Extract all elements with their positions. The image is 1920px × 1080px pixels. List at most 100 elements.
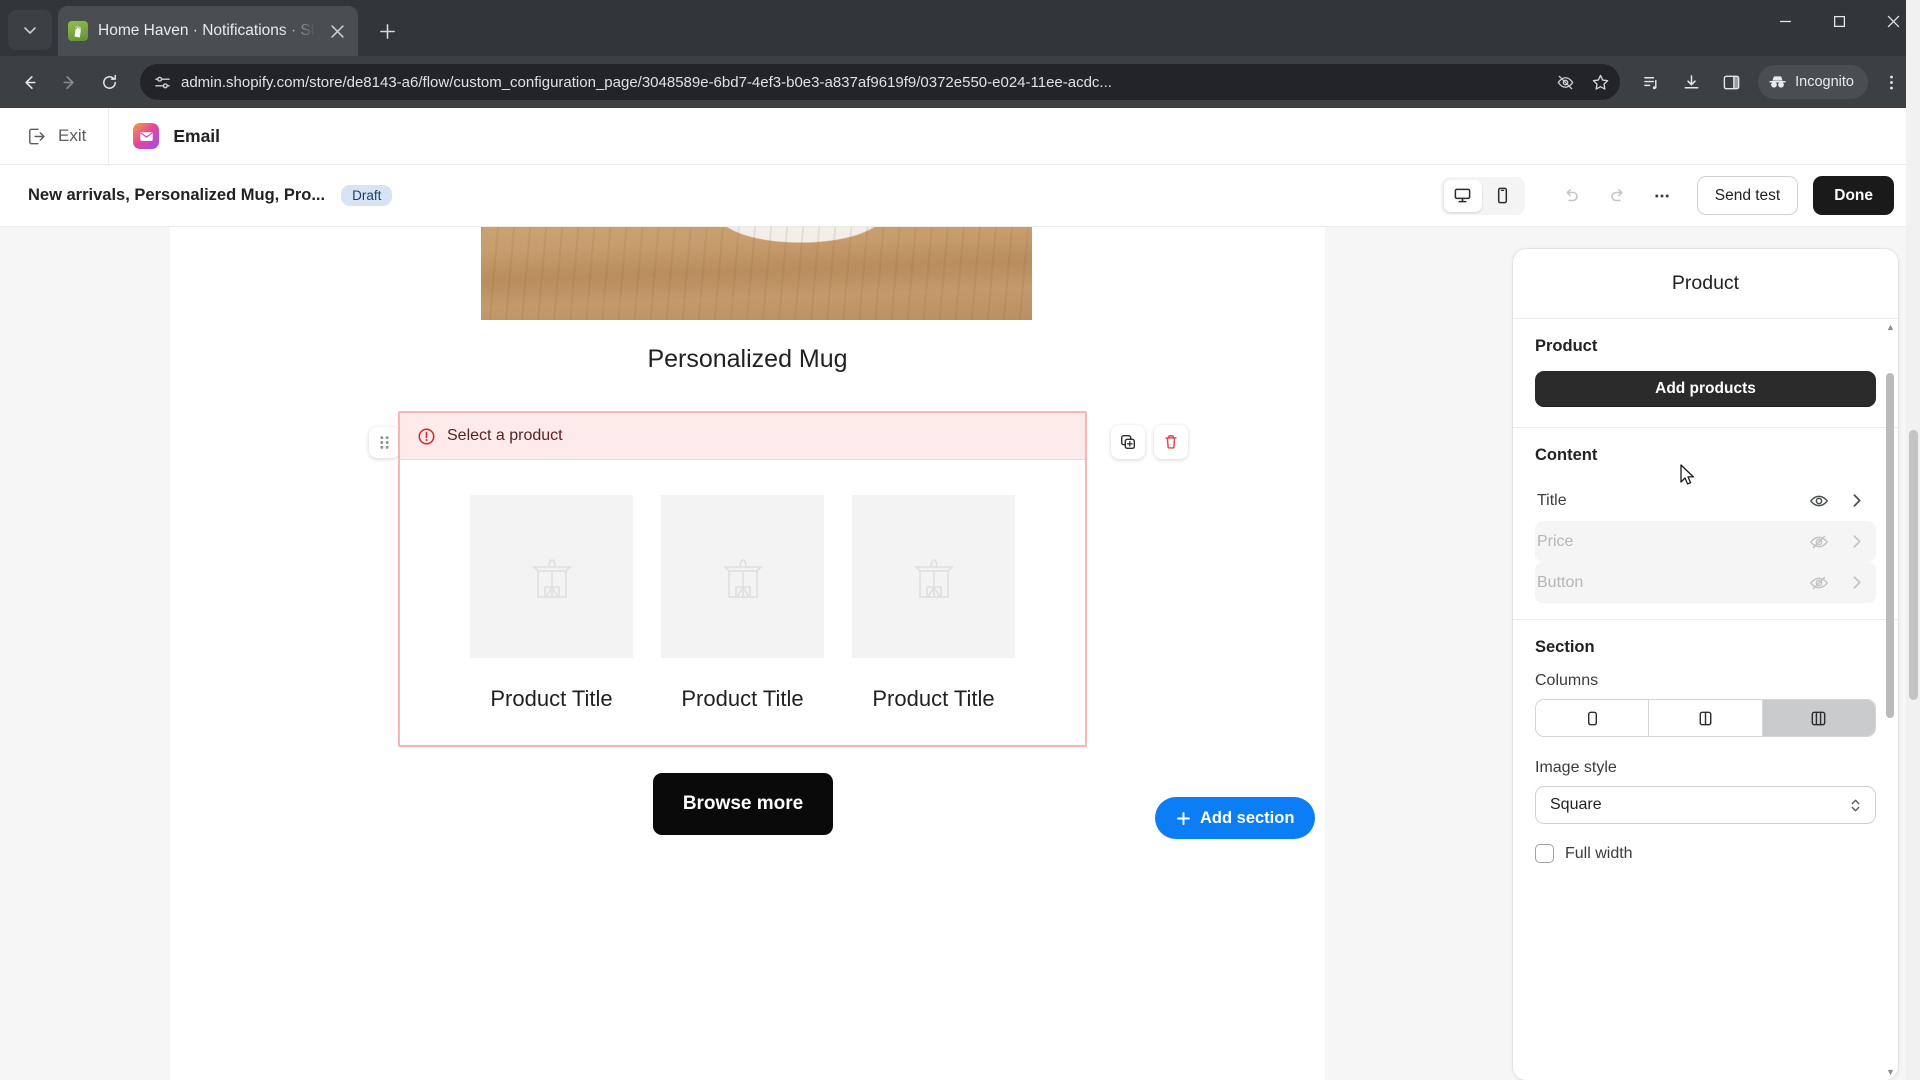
eye-icon[interactable] — [1809, 491, 1829, 511]
browser-toolbar: admin.shopify.com/store/de8143-a6/flow/c… — [0, 56, 1920, 108]
section-drag-handle[interactable] — [369, 427, 400, 458]
eye-off-icon[interactable] — [1809, 573, 1829, 593]
columns-selector — [1535, 699, 1876, 737]
done-button[interactable]: Done — [1813, 176, 1894, 215]
ellipsis-icon — [1652, 186, 1672, 206]
full-width-checkbox-row[interactable]: Full width — [1535, 844, 1876, 863]
status-badge: Draft — [341, 184, 393, 207]
channel-indicator: Email — [109, 123, 220, 149]
window-controls — [1758, 0, 1920, 56]
content-row-label: Title — [1537, 491, 1567, 509]
subbar-actions: Send test Done — [1440, 176, 1894, 215]
eye-off-icon[interactable] — [1809, 532, 1829, 552]
chevron-right-icon[interactable] — [1849, 493, 1864, 508]
settings-panel-column: Product Product Add products Content Tit… — [1495, 227, 1920, 1080]
page-scroll-thumb[interactable] — [1909, 430, 1918, 700]
side-panel-icon[interactable] — [1714, 65, 1748, 99]
browse-more-button[interactable]: Browse more — [653, 773, 833, 835]
star-icon[interactable] — [1591, 73, 1610, 92]
hero-product-caption[interactable]: Personalized Mug — [170, 345, 1325, 374]
product-group-label: Product — [1535, 337, 1598, 355]
reading-list-icon[interactable] — [1634, 65, 1668, 99]
download-icon[interactable] — [1674, 65, 1708, 99]
panel-group-section: Section Columns Image style Square Full … — [1513, 620, 1898, 883]
product-placeholder-icon — [852, 495, 1015, 658]
panel-scroll-thumb[interactable] — [1886, 373, 1894, 718]
channel-label: Email — [173, 125, 221, 146]
product-placeholder-icon — [470, 495, 633, 658]
shopify-email-editor: Exit Email New arrivals, Personalized Mu… — [0, 0, 1920, 1080]
tab-close-icon[interactable] — [326, 20, 348, 42]
tab-search-button[interactable] — [8, 10, 52, 50]
image-style-label: Image style — [1535, 759, 1617, 776]
error-message: Select a product — [447, 427, 563, 444]
forward-arrow-icon[interactable] — [52, 65, 86, 99]
editor-subbar: New arrivals, Personalized Mug, Pro... D… — [0, 165, 1920, 227]
incognito-icon — [1768, 73, 1787, 92]
full-width-checkbox[interactable] — [1535, 844, 1554, 863]
columns-label: Columns — [1535, 672, 1599, 689]
one-column-icon[interactable] — [1536, 700, 1650, 736]
more-options-button[interactable] — [1642, 178, 1682, 214]
chevron-updown-icon — [1848, 797, 1863, 814]
add-products-button[interactable]: Add products — [1535, 371, 1876, 407]
drag-dots-icon — [378, 435, 391, 450]
send-test-button[interactable]: Send test — [1696, 176, 1799, 215]
duplicate-section-button[interactable] — [1111, 425, 1145, 459]
incognito-indicator[interactable]: Incognito — [1758, 65, 1868, 99]
redo-button[interactable] — [1597, 178, 1637, 214]
content-row-price[interactable]: Price — [1535, 521, 1876, 562]
content-group-label: Content — [1535, 446, 1598, 464]
product-card[interactable]: Product Title — [470, 495, 633, 712]
panel-scroll-area[interactable]: Product Add products Content Title Price… — [1513, 319, 1898, 1080]
panel-scroll-up-arrow[interactable]: ▲ — [1886, 323, 1895, 332]
section-group-label: Section — [1535, 638, 1595, 656]
panel-scrollbar[interactable]: ▲ ▼ — [1886, 323, 1895, 1077]
content-row-title[interactable]: Title — [1535, 480, 1876, 521]
browser-tab[interactable]: Home Haven · Notifications · Sh — [58, 6, 358, 56]
product-grid: Product Title Product Title Product Titl… — [400, 460, 1085, 712]
editor-topbar: Exit Email — [0, 108, 1920, 165]
panel-scroll-down-arrow[interactable]: ▼ — [1886, 1068, 1895, 1077]
image-style-select[interactable]: Square — [1535, 786, 1876, 824]
url-text: admin.shopify.com/store/de8143-a6/flow/c… — [181, 73, 1112, 91]
kebab-menu-icon[interactable] — [1874, 65, 1908, 99]
product-title: Product Title — [872, 686, 995, 711]
three-column-icon[interactable] — [1762, 700, 1875, 736]
chevron-right-icon[interactable] — [1849, 575, 1864, 590]
content-row-button[interactable]: Button — [1535, 562, 1876, 603]
maximize-icon[interactable] — [1812, 0, 1866, 42]
product-card[interactable]: Product Title — [852, 495, 1015, 712]
content-row-label: Button — [1537, 573, 1584, 591]
hero-product-image[interactable] — [481, 227, 1032, 320]
panel-group-product: Product Add products — [1513, 319, 1898, 428]
desktop-preview-button[interactable] — [1443, 179, 1482, 212]
back-arrow-icon[interactable] — [12, 65, 46, 99]
eye-off-icon[interactable] — [1550, 73, 1581, 92]
error-banner: Select a product — [400, 413, 1085, 460]
section-actions — [1111, 425, 1188, 459]
mobile-preview-button[interactable] — [1484, 180, 1522, 212]
alert-circle-icon — [417, 427, 436, 446]
two-column-icon[interactable] — [1649, 700, 1763, 736]
full-width-label: Full width — [1565, 844, 1633, 862]
email-sheet: Personalized Mug Select a product Produc… — [170, 227, 1325, 1080]
minimize-icon[interactable] — [1758, 0, 1812, 42]
address-bar[interactable]: admin.shopify.com/store/de8143-a6/flow/c… — [140, 64, 1621, 100]
page-scrollbar[interactable] — [1906, 0, 1920, 1080]
desktop-icon — [1453, 186, 1472, 205]
undo-button[interactable] — [1552, 178, 1592, 214]
delete-section-button[interactable] — [1154, 425, 1188, 459]
new-tab-button[interactable] — [368, 12, 406, 50]
settings-panel: Product Product Add products Content Tit… — [1513, 249, 1898, 1080]
redo-icon — [1607, 186, 1627, 206]
chevron-right-icon[interactable] — [1849, 534, 1864, 549]
product-title: Product Title — [490, 686, 613, 711]
reload-icon[interactable] — [92, 65, 126, 99]
product-section[interactable]: Select a product Product Title Product T… — [398, 411, 1087, 747]
site-settings-icon[interactable] — [154, 74, 171, 91]
image-style-value: Square — [1550, 796, 1602, 813]
add-section-button[interactable]: Add section — [1155, 797, 1316, 839]
exit-button[interactable]: Exit — [0, 108, 108, 164]
product-card[interactable]: Product Title — [661, 495, 824, 712]
